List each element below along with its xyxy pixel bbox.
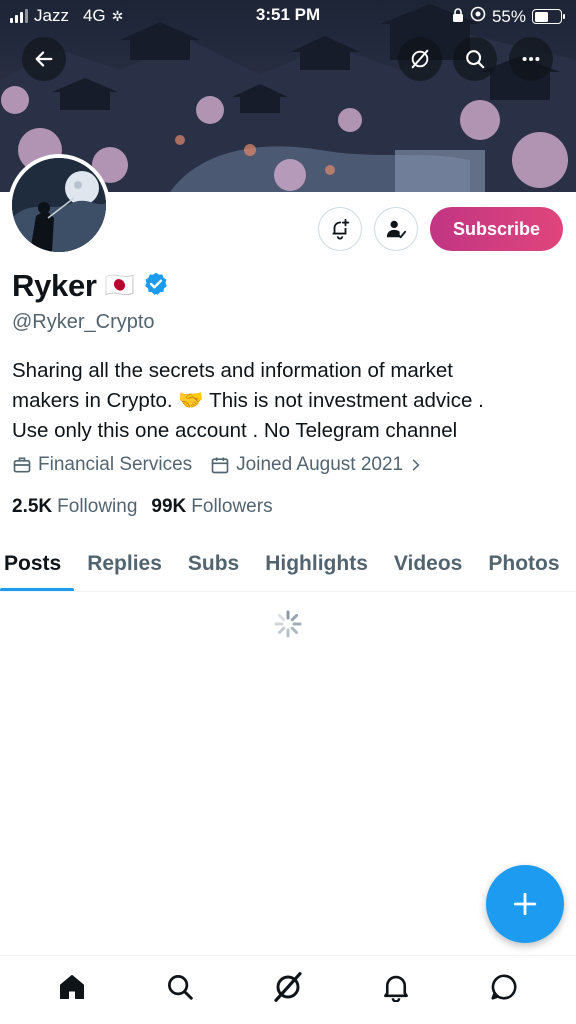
tab-posts[interactable]: Posts [0, 536, 75, 591]
followers-count: 99K [151, 496, 187, 517]
avatar[interactable] [8, 154, 110, 256]
subscribe-button[interactable]: Subscribe [430, 207, 563, 251]
profile-meta: Financial Services Joined August 2021 [12, 454, 441, 476]
tab-photos[interactable]: Photos [475, 536, 572, 591]
category-label: Financial Services [38, 454, 193, 475]
nav-notifications[interactable] [368, 959, 424, 1015]
joined-label: Joined August 2021 [236, 454, 404, 475]
tab-highlights[interactable]: Highlights [252, 536, 381, 591]
following-label: Following [57, 496, 138, 517]
messages-icon [491, 974, 517, 1000]
following-link[interactable]: 2.5K Following [12, 496, 137, 518]
display-name: Ryker [12, 268, 97, 303]
following-button[interactable] [374, 207, 418, 251]
followers-link[interactable]: 99K Followers [151, 496, 272, 518]
calendar-icon [211, 457, 229, 474]
arrow-left-icon [35, 51, 53, 67]
home-icon [60, 975, 84, 999]
status-right: 55% [452, 6, 565, 27]
battery-icon [532, 9, 565, 24]
notifications-icon [384, 975, 408, 1002]
following-count: 2.5K [12, 496, 53, 517]
tab-videos[interactable]: Videos [381, 536, 475, 591]
lock-icon [452, 7, 464, 27]
name-row: Ryker 🇯🇵 [12, 268, 169, 304]
profile-tabs: Posts Replies Subs Highlights Videos Pho… [0, 536, 576, 592]
handle: @Ryker_Crypto [12, 311, 155, 333]
bio-line: Use only this one account . No Telegram … [12, 419, 458, 442]
chevron-right-icon [413, 459, 420, 471]
search-icon [466, 50, 485, 69]
grok-icon [411, 49, 429, 69]
verified-badge-icon[interactable] [143, 271, 169, 302]
grok-icon [274, 972, 302, 1002]
bell-plus-icon [332, 218, 350, 240]
nav-search[interactable] [152, 959, 208, 1015]
battery-percent: 55% [491, 6, 526, 26]
more-button[interactable] [509, 37, 553, 81]
tab-subs[interactable]: Subs [175, 536, 252, 591]
tab-replies[interactable]: Replies [74, 536, 175, 591]
nav-home[interactable] [44, 959, 100, 1015]
loading-spinner-icon [274, 610, 302, 638]
briefcase-icon [13, 457, 31, 473]
joined-date[interactable]: Joined August 2021 [210, 454, 423, 476]
grok-button[interactable] [398, 37, 442, 81]
follow-counts: 2.5K Following 99K Followers [12, 496, 287, 518]
search-button[interactable] [453, 37, 497, 81]
followers-label: Followers [191, 496, 273, 517]
notify-button[interactable] [318, 207, 362, 251]
bio: Sharing all the secrets and information … [12, 356, 562, 446]
nav-messages[interactable] [476, 959, 532, 1015]
nav-grok[interactable] [260, 959, 316, 1015]
compose-button[interactable] [486, 865, 564, 943]
search-icon [168, 975, 193, 1000]
person-check-icon [386, 220, 407, 239]
avatar-image [12, 158, 106, 252]
bio-line: Sharing all the secrets and information … [12, 359, 453, 382]
bottom-nav [0, 955, 576, 1024]
flag-icon: 🇯🇵 [104, 272, 135, 299]
category: Financial Services [12, 454, 192, 476]
status-bar: Jazz 4G ✲ 3:51 PM 55% [0, 0, 576, 32]
battery-fill [534, 11, 549, 22]
bio-line: makers in Crypto. 🤝 This is not investme… [12, 389, 484, 412]
more-horizontal-icon [522, 56, 540, 62]
orientation-lock-icon [470, 6, 486, 27]
back-button[interactable] [22, 37, 66, 81]
plus-icon [513, 892, 537, 916]
